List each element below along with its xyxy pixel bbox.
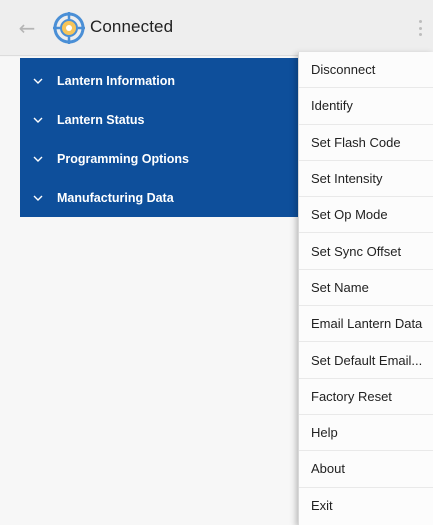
overflow-menu: Disconnect Identify Set Flash Code Set I… — [298, 52, 433, 525]
menu-item-disconnect[interactable]: Disconnect — [299, 52, 433, 89]
expandable-list: Lantern Information Lantern Status Progr… — [20, 58, 310, 217]
menu-item-set-intensity[interactable]: Set Intensity — [299, 161, 433, 198]
menu-item-set-default-email[interactable]: Set Default Email... — [299, 342, 433, 379]
chevron-down-icon — [33, 117, 43, 123]
menu-item-set-flash-code[interactable]: Set Flash Code — [299, 125, 433, 161]
menu-item-about[interactable]: About — [299, 451, 433, 488]
menu-item-identify[interactable]: Identify — [299, 88, 433, 125]
menu-item-set-sync-offset[interactable]: Set Sync Offset — [299, 233, 433, 270]
page-title: Connected — [90, 17, 174, 36]
group-lantern-status[interactable]: Lantern Status — [20, 112, 310, 151]
chevron-down-icon — [33, 78, 43, 84]
group-label: Lantern Status — [57, 113, 145, 127]
app-toolbar: ← Connected — [0, 0, 433, 56]
lantern-target-icon — [53, 12, 85, 44]
menu-item-set-name[interactable]: Set Name — [299, 270, 433, 307]
menu-item-factory-reset[interactable]: Factory Reset — [299, 379, 433, 415]
group-label: Manufacturing Data — [57, 191, 174, 205]
group-lantern-information[interactable]: Lantern Information — [20, 73, 310, 112]
menu-item-help[interactable]: Help — [299, 415, 433, 452]
menu-item-set-op-mode[interactable]: Set Op Mode — [299, 197, 433, 234]
group-manufacturing-data[interactable]: Manufacturing Data — [20, 190, 310, 229]
group-programming-options[interactable]: Programming Options — [20, 151, 310, 190]
menu-item-exit[interactable]: Exit — [299, 488, 433, 524]
arrow-left-icon[interactable]: ← — [14, 16, 40, 40]
more-vert-icon[interactable] — [415, 18, 425, 38]
group-label: Programming Options — [57, 152, 189, 166]
group-label: Lantern Information — [57, 74, 176, 88]
chevron-down-icon — [33, 195, 43, 201]
chevron-down-icon — [33, 156, 43, 162]
menu-item-email-lantern-data[interactable]: Email Lantern Data — [299, 306, 433, 343]
